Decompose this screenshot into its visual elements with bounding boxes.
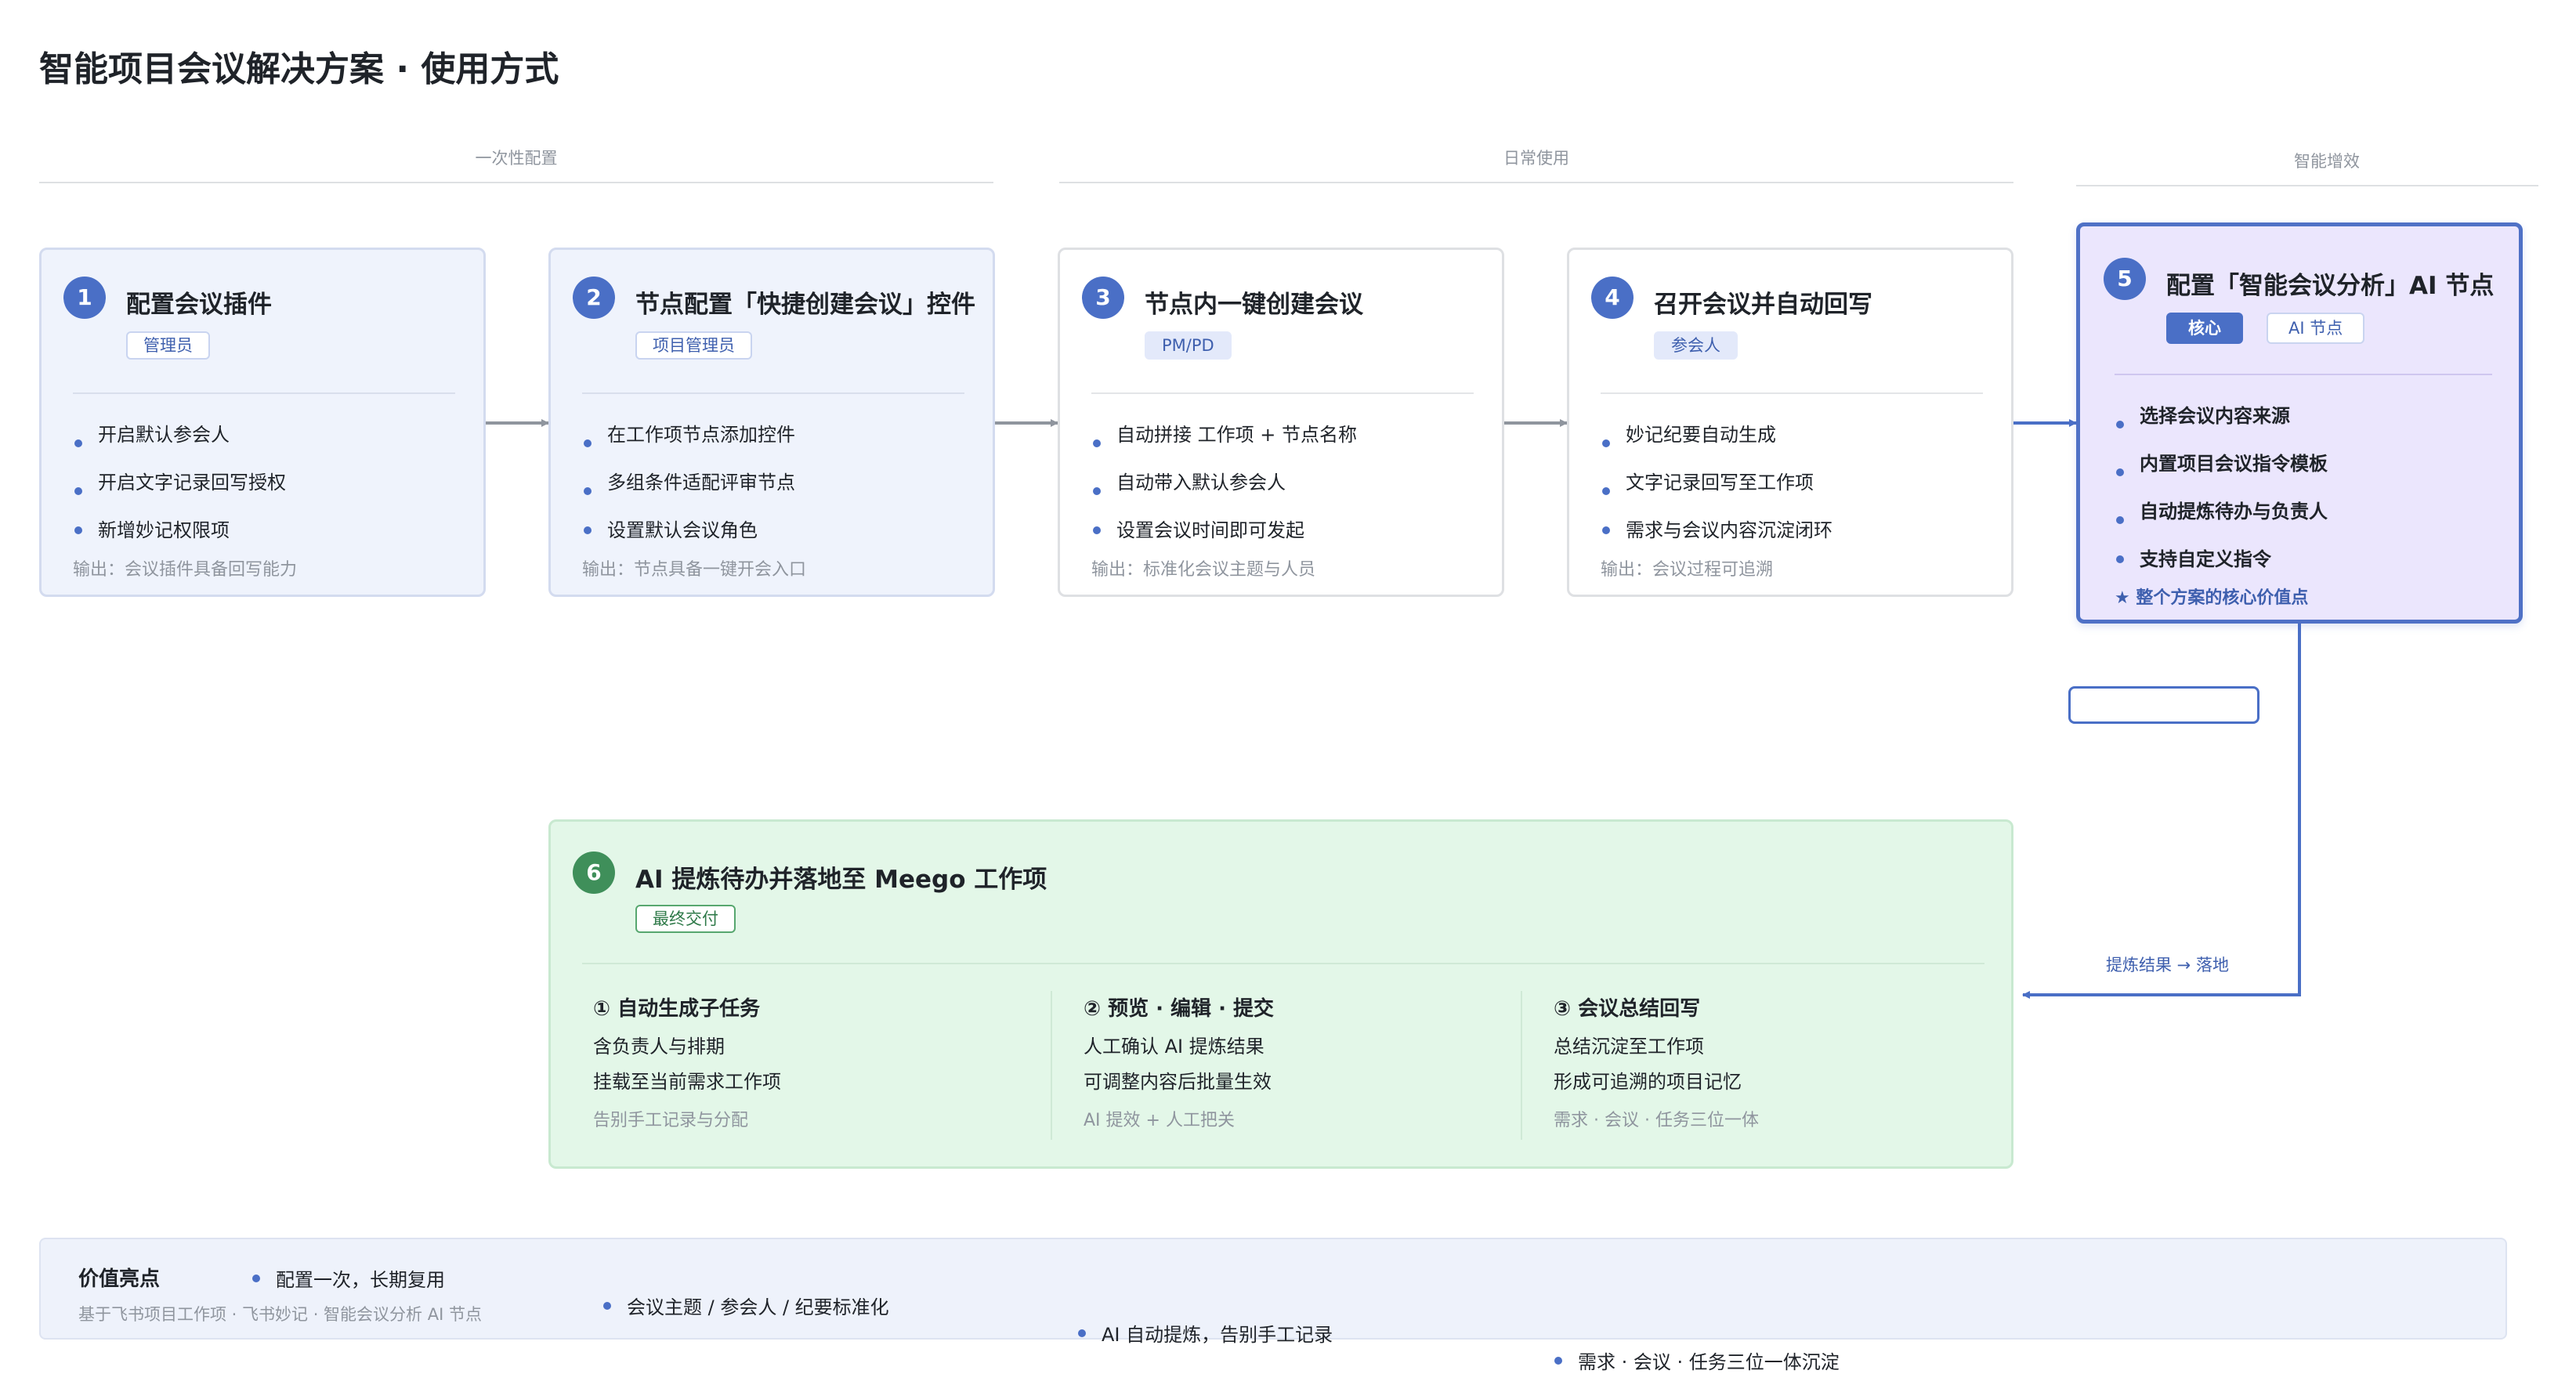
final-column-1: ① 自动生成子任务 含负责人与排期 挂载至当前需求工作项 告别手工记录与分配	[593, 993, 781, 1131]
step-title: 节点配置「快捷创建会议」控件	[635, 291, 975, 319]
step-title: 节点内一键创建会议	[1145, 291, 1363, 319]
bullet-item: 支持自定义指令	[2108, 544, 2328, 575]
step-card-5-ai-node: 5 配置「智能会议分析」AI 节点 核心 AI 节点 选择会议内容来源 内置项目…	[2076, 222, 2523, 624]
step-number: 3	[1082, 277, 1124, 319]
role-tag: 管理员	[126, 331, 210, 360]
bullet-list: 开启默认参会人 开启文字记录回写授权 新增妙记权限项	[67, 419, 286, 546]
column-line: 可调整内容后批量生效	[1084, 1071, 1272, 1093]
column-line: 总结沉淀至工作项	[1554, 1036, 1704, 1058]
final-column-2: ② 预览 · 编辑 · 提交 人工确认 AI 提炼结果 可调整内容后批量生效 A…	[1084, 993, 1274, 1131]
bullet-list: 选择会议内容来源 内置项目会议指令模板 自动提炼待办与负责人 支持自定义指令	[2108, 400, 2328, 575]
core-tag: 核心	[2166, 313, 2243, 344]
column-line: 形成可追溯的项目记忆	[1554, 1071, 1742, 1093]
value-item: 需求 · 会议 · 任务三位一体沉淀	[1554, 1347, 2576, 1374]
column-divider	[1051, 991, 1052, 1140]
bullet-item: 自动带入默认参会人	[1085, 467, 1357, 515]
step-card-6-final: 6 AI 提炼待办并落地至 Meego 工作项 最终交付 ① 自动生成子任务 含…	[548, 819, 2013, 1169]
card-divider	[1601, 392, 1983, 394]
step-title: 配置会议插件	[126, 291, 272, 319]
column-divider	[1521, 991, 1522, 1140]
bullet-item: 选择会议内容来源	[2108, 400, 2328, 448]
value-item: 配置一次，长期复用	[252, 1264, 2576, 1292]
bullet-list: 在工作项节点添加控件 多组条件适配评审节点 设置默认会议角色	[576, 419, 795, 546]
step-number: 2	[573, 277, 615, 319]
step-number: 1	[63, 277, 106, 319]
bullet-item: 开启默认参会人	[67, 419, 286, 467]
column-title: ② 预览 · 编辑 · 提交	[1084, 997, 1275, 1021]
step-card-1: 1 配置会议插件 管理员 开启默认参会人 开启文字记录回写授权 新增妙记权限项 …	[39, 248, 486, 597]
step-number: 5	[2104, 258, 2146, 300]
column-footnote: 告别手工记录与分配	[593, 1111, 749, 1130]
step-title: AI 提炼待办并落地至 Meego 工作项	[635, 866, 1047, 894]
step-output: 输出：会议过程可追溯	[1601, 560, 1774, 580]
column-title: ③ 会议总结回写	[1554, 997, 1701, 1021]
role-tag: PM/PD	[1145, 331, 1232, 360]
step-card-2: 2 节点配置「快捷创建会议」控件 项目管理员 在工作项节点添加控件 多组条件适配…	[548, 248, 995, 597]
step-title: 配置「智能会议分析」AI 节点	[2166, 272, 2495, 300]
step-card-4: 4 召开会议并自动回写 参会人 妙记纪要自动生成 文字记录回写至工作项 需求与会…	[1567, 248, 2013, 597]
column-line: 人工确认 AI 提炼结果	[1084, 1036, 1264, 1058]
step-output: 输出：标准化会议主题与人员	[1091, 560, 1316, 580]
card-divider	[73, 392, 455, 394]
bullet-item: 在工作项节点添加控件	[576, 419, 795, 467]
column-line: 含负责人与排期	[593, 1036, 725, 1058]
bullet-item: 自动提炼待办与负责人	[2108, 496, 2328, 544]
step-number: 6	[573, 852, 615, 894]
step-card-3: 3 节点内一键创建会议 PM/PD 自动拼接 工作项 + 节点名称 自动带入默认…	[1058, 248, 1504, 597]
bullet-list: 妙记纪要自动生成 文字记录回写至工作项 需求与会议内容沉淀闭环	[1594, 419, 1833, 546]
column-footnote: 需求 · 会议 · 任务三位一体	[1554, 1111, 1759, 1130]
bullet-item: 文字记录回写至工作项	[1594, 467, 1833, 515]
bullet-item: 新增妙记权限项	[67, 515, 286, 546]
card-divider	[2115, 374, 2492, 375]
role-tag: 项目管理员	[635, 331, 752, 360]
ai-node-tag: AI 节点	[2267, 313, 2365, 344]
arrow-5-to-6	[2022, 624, 2301, 999]
bullet-item: 需求与会议内容沉淀闭环	[1594, 515, 1833, 546]
value-title: 价值亮点	[78, 1267, 161, 1291]
connector-label: 提炼结果 → 落地	[2106, 956, 2229, 974]
column-footnote: AI 提效 + 人工把关	[1084, 1111, 1235, 1130]
bullet-item: 设置会议时间即可发起	[1085, 515, 1357, 546]
value-highlights-bar: 价值亮点 配置一次，长期复用 会议主题 / 参会人 / 纪要标准化 AI 自动提…	[39, 1238, 2507, 1373]
bullet-item: 自动拼接 工作项 + 节点名称	[1085, 419, 1357, 467]
step-output: 输出：节点具备一键开会入口	[582, 560, 807, 580]
role-tag: 参会人	[1654, 331, 1738, 360]
column-line: 挂载至当前需求工作项	[593, 1071, 781, 1093]
bullet-list: 自动拼接 工作项 + 节点名称 自动带入默认参会人 设置会议时间即可发起	[1085, 419, 1357, 546]
deliverable-tag: 最终交付	[635, 905, 736, 933]
card-divider	[582, 963, 1984, 964]
value-item: 会议主题 / 参会人 / 纪要标准化	[603, 1292, 2576, 1319]
bullet-item: 设置默认会议角色	[576, 515, 795, 546]
step-title: 召开会议并自动回写	[1654, 291, 1872, 319]
card-divider	[582, 392, 964, 394]
step-output: 输出：会议插件具备回写能力	[73, 560, 298, 580]
bullet-item: 妙记纪要自动生成	[1594, 419, 1833, 467]
card-divider	[1091, 392, 1474, 394]
empty-label-box	[2068, 686, 2259, 724]
bullet-item: 开启文字记录回写授权	[67, 467, 286, 515]
step-number: 4	[1591, 277, 1634, 319]
final-column-3: ③ 会议总结回写 总结沉淀至工作项 形成可追溯的项目记忆 需求 · 会议 · 任…	[1554, 993, 1759, 1131]
bullet-item: 内置项目会议指令模板	[2108, 448, 2328, 496]
column-title: ① 自动生成子任务	[593, 997, 761, 1021]
value-item: AI 自动提炼，告别手工记录	[1078, 1319, 2576, 1347]
bullet-item: 多组条件适配评审节点	[576, 467, 795, 515]
core-value-note: ★ 整个方案的核心价值点	[2115, 588, 2309, 608]
value-footer: 基于飞书项目工作项 · 飞书妙记 · 智能会议分析 AI 节点	[78, 1305, 482, 1324]
